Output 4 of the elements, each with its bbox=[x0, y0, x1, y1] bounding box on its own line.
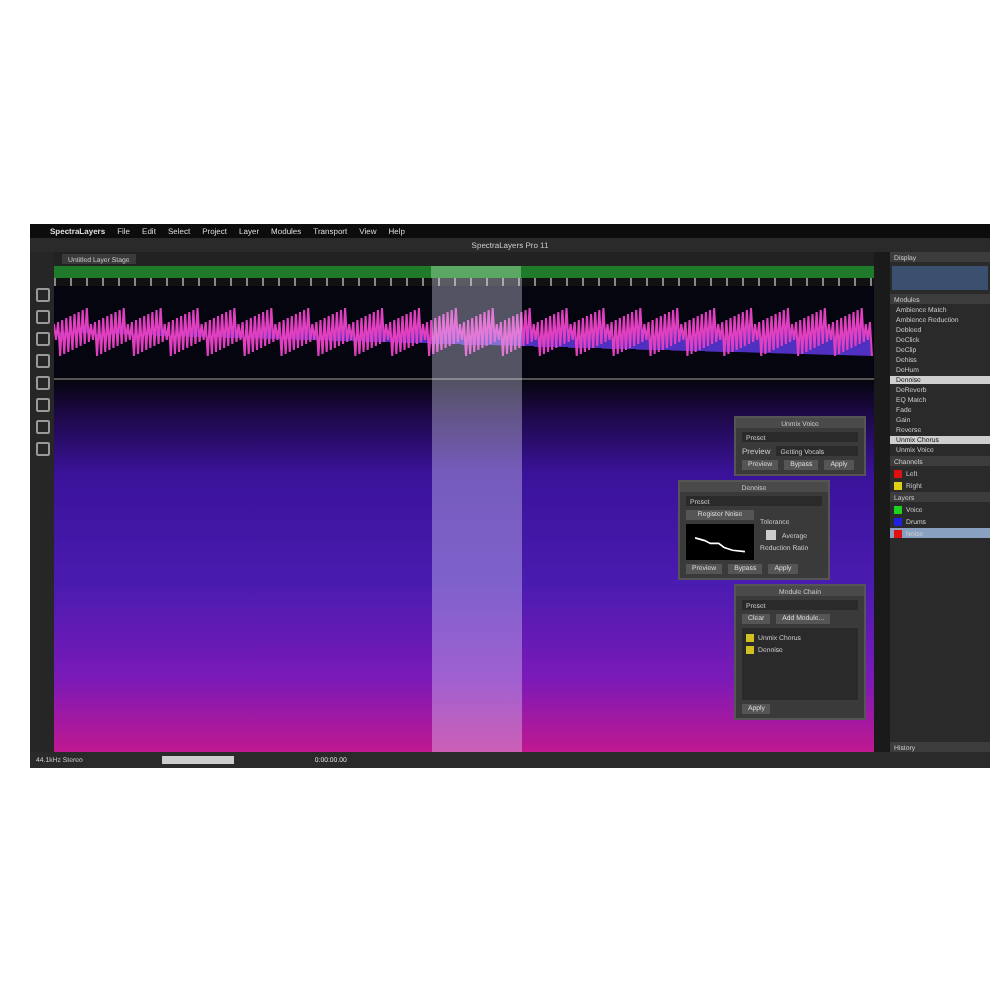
noise-profile-chart bbox=[686, 524, 754, 560]
selection-highlight[interactable] bbox=[431, 278, 522, 752]
average-checkbox[interactable] bbox=[766, 530, 776, 540]
display-settings bbox=[892, 266, 988, 290]
